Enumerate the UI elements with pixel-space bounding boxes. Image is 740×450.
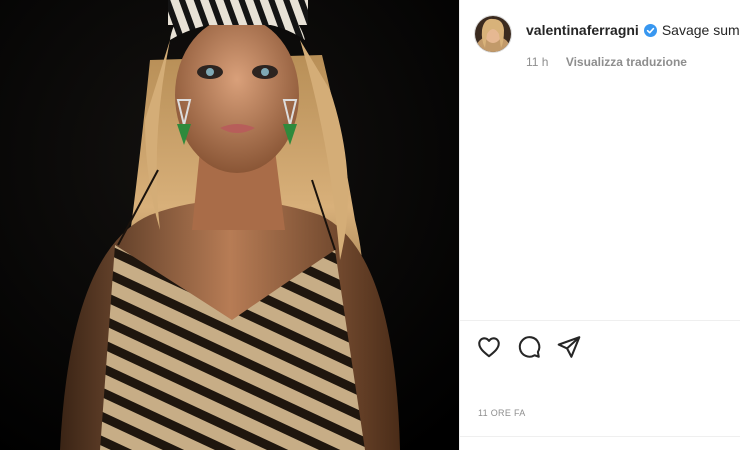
like-button[interactable]: [476, 334, 502, 360]
username-link[interactable]: valentinaferragni: [526, 22, 639, 38]
translate-link[interactable]: Visualizza traduzione: [566, 55, 687, 69]
avatar-image: [475, 16, 511, 52]
caption-meta: 11 h Visualizza traduzione: [526, 55, 687, 69]
comment-button[interactable]: [516, 334, 542, 360]
time-ago: 11 h: [526, 55, 549, 69]
share-icon: [557, 336, 581, 358]
verified-badge-icon: [643, 23, 657, 37]
portrait-image: [0, 0, 459, 450]
post-timestamp: 11 ORE FA: [478, 408, 526, 418]
post-photo[interactable]: [0, 0, 459, 450]
post-container: valentinaferragni Savage summ 11 h Visua…: [0, 0, 740, 450]
share-button[interactable]: [556, 334, 582, 360]
caption-text: Savage summ: [661, 22, 740, 38]
comment-icon: [518, 336, 541, 358]
heart-icon: [478, 337, 500, 358]
post-details-panel: valentinaferragni Savage summ 11 h Visua…: [459, 0, 740, 450]
caption-line: valentinaferragni Savage summ: [526, 22, 740, 38]
bottom-divider: [460, 436, 740, 437]
actions-divider: [460, 320, 740, 321]
avatar[interactable]: [474, 15, 512, 53]
post-header: valentinaferragni Savage summ 11 h Visua…: [460, 0, 740, 80]
action-bar: [476, 334, 582, 360]
